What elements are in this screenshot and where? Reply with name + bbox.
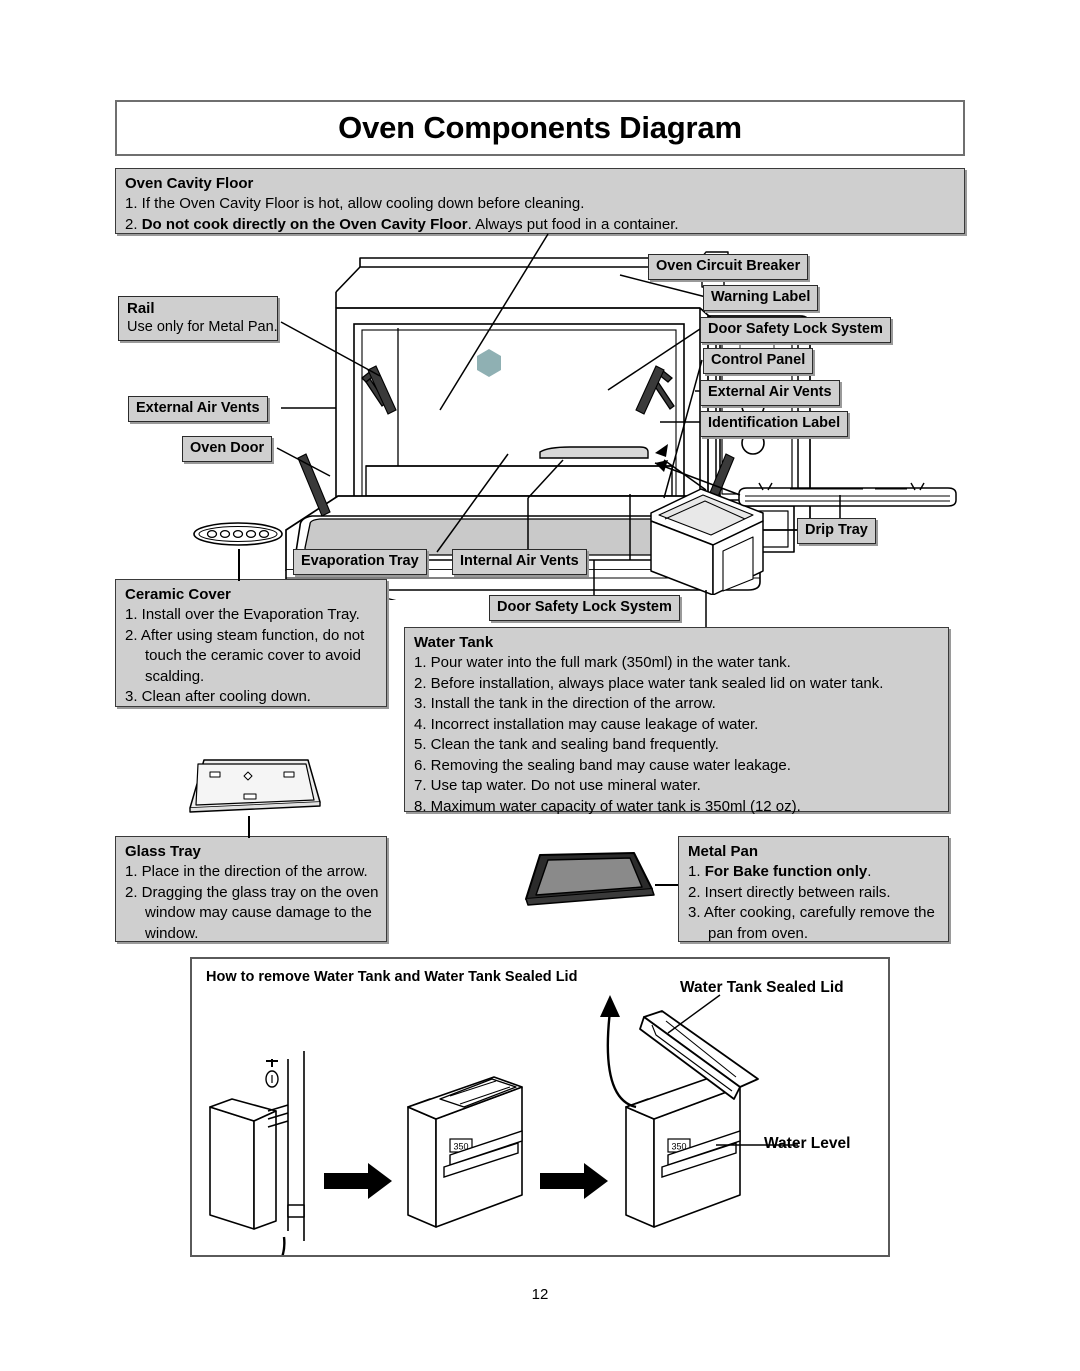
metal-pan-heading: Metal Pan: [688, 843, 759, 860]
ceramic-cover-item-1: 1. Install over the Evaporation Tray.: [125, 606, 360, 623]
metal-pan-box: Metal Pan 1. For Bake function only. 2. …: [678, 836, 949, 942]
manual-page: Oven Components Diagram Oven Cavity Floo…: [0, 0, 1080, 1371]
water-tank-item-7: 7. Use tap water. Do not use mineral wat…: [414, 777, 701, 794]
water-tank-removal-panel: How to remove Water Tank and Water Tank …: [190, 957, 890, 1257]
metal-pan-item-1-bold: For Bake function only: [704, 863, 868, 880]
glass-tray-item-2: 2. Dragging the glass tray on the oven w…: [125, 883, 379, 942]
callout-internal-air-vents: Internal Air Vents: [452, 549, 587, 575]
callout-door-safety-lock-system-top: Door Safety Lock System: [700, 317, 891, 343]
water-tank-removal-illustration: 350 350: [209, 994, 798, 1255]
callout-evaporation-tray: Evaporation Tray: [293, 549, 427, 575]
water-tank-item-1: 1. Pour water into the full mark (350ml)…: [414, 654, 791, 671]
ceramic-cover-item-2: 2. After using steam function, do not to…: [125, 626, 365, 685]
metal-pan-item-1: 1. For Bake function only.: [688, 863, 872, 880]
glass-tray-box: Glass Tray 1. Place in the direction of …: [115, 836, 387, 942]
water-tank-heading: Water Tank: [414, 634, 494, 651]
ceramic-cover-leader: [238, 549, 240, 581]
callout-door-safety-lock-system-bottom: Door Safety Lock System: [489, 595, 680, 621]
callout-warning-label: Warning Label: [703, 285, 819, 311]
water-tank-item-6: 6. Removing the sealing band may cause w…: [414, 756, 791, 774]
glass-tray-illustration: [189, 759, 321, 813]
page-title-box: Oven Components Diagram: [115, 100, 965, 156]
callout-drip-tray: Drip Tray: [797, 518, 876, 544]
callout-rail-sub: Use only for Metal Pan.: [127, 319, 278, 335]
water-tank-item-2: 2. Before installation, always place wat…: [414, 674, 884, 692]
page-title: Oven Components Diagram: [338, 110, 742, 145]
ceramic-cover-heading: Ceramic Cover: [125, 586, 231, 603]
glass-tray-leader: [248, 816, 250, 838]
water-tank-box: Water Tank 1. Pour water into the full m…: [404, 627, 949, 815]
water-tank-item-5: 5. Clean the tank and sealing band frequ…: [414, 736, 719, 753]
page-number: 12: [531, 1286, 549, 1303]
metal-pan-leader: [655, 884, 680, 886]
callout-external-air-vents-right: External Air Vents: [700, 380, 840, 406]
callout-identification-label: Identification Label: [700, 411, 849, 437]
metal-pan-item-1-rest: .: [867, 863, 872, 880]
callout-external-air-vents-left: External Air Vents: [128, 396, 268, 422]
callout-oven-door: Oven Door: [182, 436, 273, 462]
metal-pan-illustration: [525, 852, 655, 906]
callout-rail-title: Rail: [127, 300, 155, 317]
water-tank-item-8: 8. Maximum water capacity of water tank …: [414, 797, 801, 815]
ceramic-cover-box: Ceramic Cover 1. Install over the Evapor…: [115, 579, 387, 707]
callout-oven-circuit-breaker: Oven Circuit Breaker: [648, 254, 809, 280]
callout-rail: Rail Use only for Metal Pan.: [118, 296, 278, 341]
callout-control-panel: Control Panel: [703, 348, 814, 374]
water-tank-item-3: 3. Install the tank in the direction of …: [414, 695, 716, 712]
glass-tray-item-1: 1. Place in the direction of the arrow.: [125, 863, 368, 880]
metal-pan-item-2: 2. Insert directly between rails.: [688, 883, 891, 901]
metal-pan-item-3: 3. After cooking, carefully remove the p…: [688, 904, 935, 942]
ceramic-cover-item-3: 3. Clean after cooling down.: [125, 688, 311, 705]
bottom-label-water-tank-sealed-lid: Water Tank Sealed Lid: [680, 979, 844, 996]
water-tank-item-4: 4. Incorrect installation may cause leak…: [414, 715, 759, 733]
glass-tray-heading: Glass Tray: [125, 843, 201, 860]
bottom-label-water-level: Water Level: [764, 1135, 851, 1152]
